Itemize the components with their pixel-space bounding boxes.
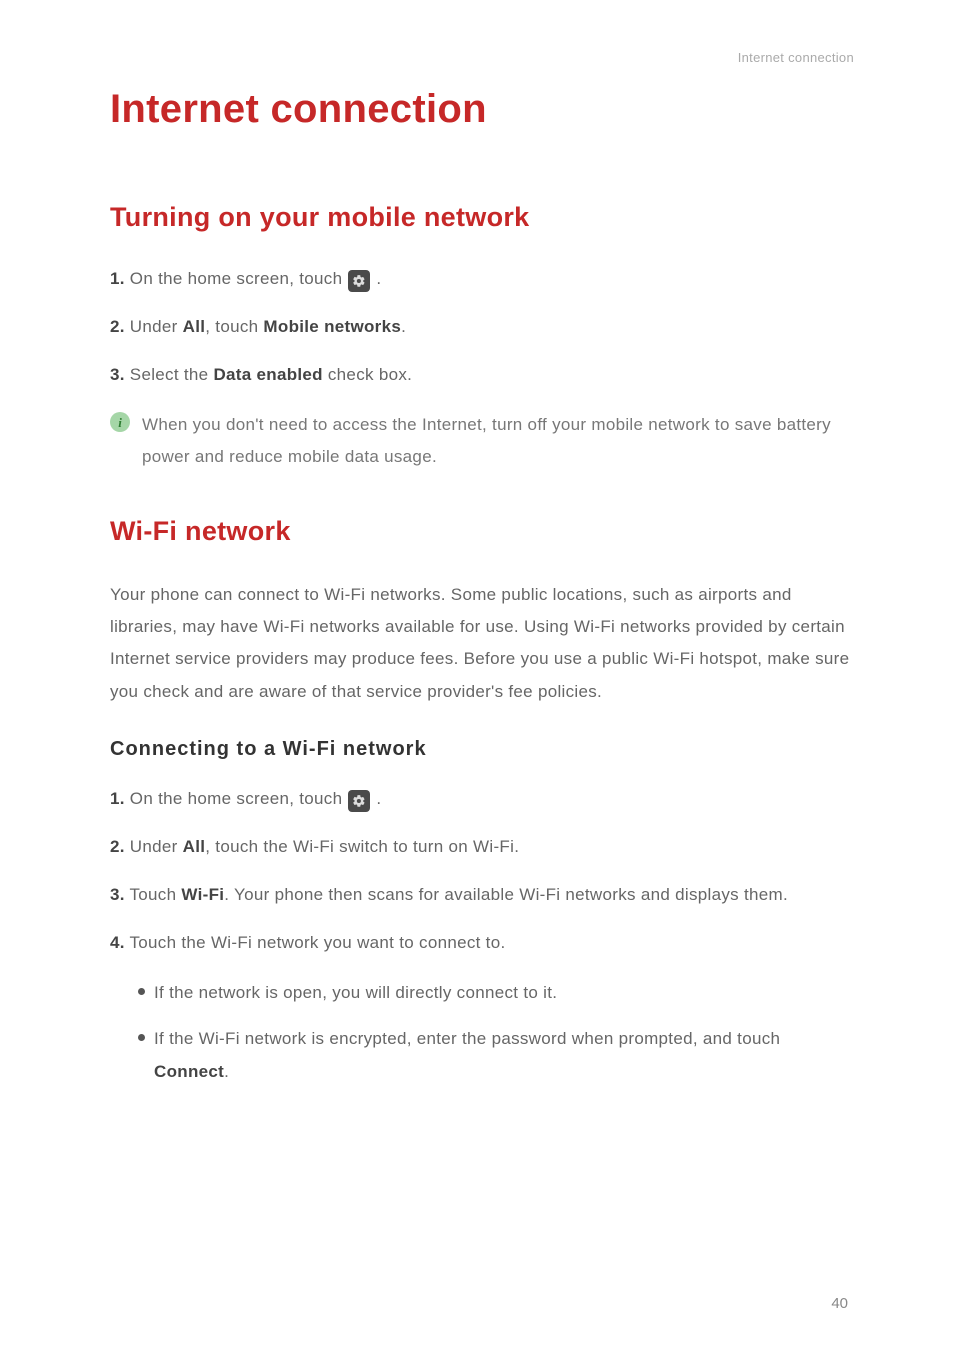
info-glyph: i <box>118 416 122 429</box>
wifi-step-1: 1. On the home screen, touch . <box>110 785 854 813</box>
header-breadcrumb: Internet connection <box>110 50 854 65</box>
step-number: 4. <box>110 933 125 952</box>
document-page: Internet connection Internet connection … <box>0 0 954 1354</box>
label-data-enabled: Data enabled <box>213 365 322 384</box>
step-text: check box. <box>323 365 412 384</box>
label-connect: Connect <box>154 1062 224 1081</box>
step-text: Touch <box>125 885 182 904</box>
step-3: 3. Select the Data enabled check box. <box>110 361 854 389</box>
section-heading-mobile-network: Turning on your mobile network <box>110 202 854 233</box>
info-callout: i When you don't need to access the Inte… <box>110 409 854 474</box>
wifi-step-3: 3. Touch Wi-Fi. Your phone then scans fo… <box>110 881 854 909</box>
bullet-text: If the Wi-Fi network is encrypted, enter… <box>154 1029 780 1048</box>
step-text: . <box>371 789 381 808</box>
page-title: Internet connection <box>110 87 854 132</box>
step-text: On the home screen, touch <box>125 789 348 808</box>
label-all: All <box>183 837 206 856</box>
list-item: If the Wi-Fi network is encrypted, enter… <box>140 1023 854 1088</box>
label-all: All <box>183 317 206 336</box>
settings-icon <box>348 790 370 812</box>
step-number: 1. <box>110 269 125 288</box>
wifi-step-4-sublist: If the network is open, you will directl… <box>110 977 854 1088</box>
info-text: When you don't need to access the Intern… <box>142 409 854 474</box>
bullet-text: . <box>224 1062 229 1081</box>
bullet-text: If the network is open, you will directl… <box>154 983 557 1002</box>
step-text: Under <box>125 837 183 856</box>
step-text: Under <box>125 317 183 336</box>
step-text: On the home screen, touch <box>125 269 348 288</box>
wifi-step-4: 4. Touch the Wi-Fi network you want to c… <box>110 929 854 957</box>
list-item: If the network is open, you will directl… <box>140 977 854 1009</box>
step-1: 1. On the home screen, touch . <box>110 265 854 293</box>
step-text: Select the <box>125 365 214 384</box>
section-heading-wifi: Wi-Fi network <box>110 516 854 547</box>
label-wifi: Wi-Fi <box>181 885 224 904</box>
step-text: , touch <box>205 317 263 336</box>
info-icon: i <box>110 412 130 432</box>
step-text: . <box>371 269 381 288</box>
step-text: Touch the Wi-Fi network you want to conn… <box>125 933 506 952</box>
step-2: 2. Under All, touch Mobile networks. <box>110 313 854 341</box>
label-mobile-networks: Mobile networks <box>263 317 401 336</box>
step-number: 3. <box>110 365 125 384</box>
settings-icon <box>348 270 370 292</box>
page-number: 40 <box>831 1295 848 1312</box>
step-text: . <box>401 317 406 336</box>
step-number: 3. <box>110 885 125 904</box>
subsection-heading-connect-wifi: Connecting to a Wi-Fi network <box>110 738 854 761</box>
step-number: 2. <box>110 317 125 336</box>
step-text: . Your phone then scans for available Wi… <box>224 885 788 904</box>
wifi-step-2: 2. Under All, touch the Wi-Fi switch to … <box>110 833 854 861</box>
wifi-intro-paragraph: Your phone can connect to Wi-Fi networks… <box>110 579 854 708</box>
step-number: 1. <box>110 789 125 808</box>
step-number: 2. <box>110 837 125 856</box>
step-text: , touch the Wi-Fi switch to turn on Wi-F… <box>205 837 519 856</box>
